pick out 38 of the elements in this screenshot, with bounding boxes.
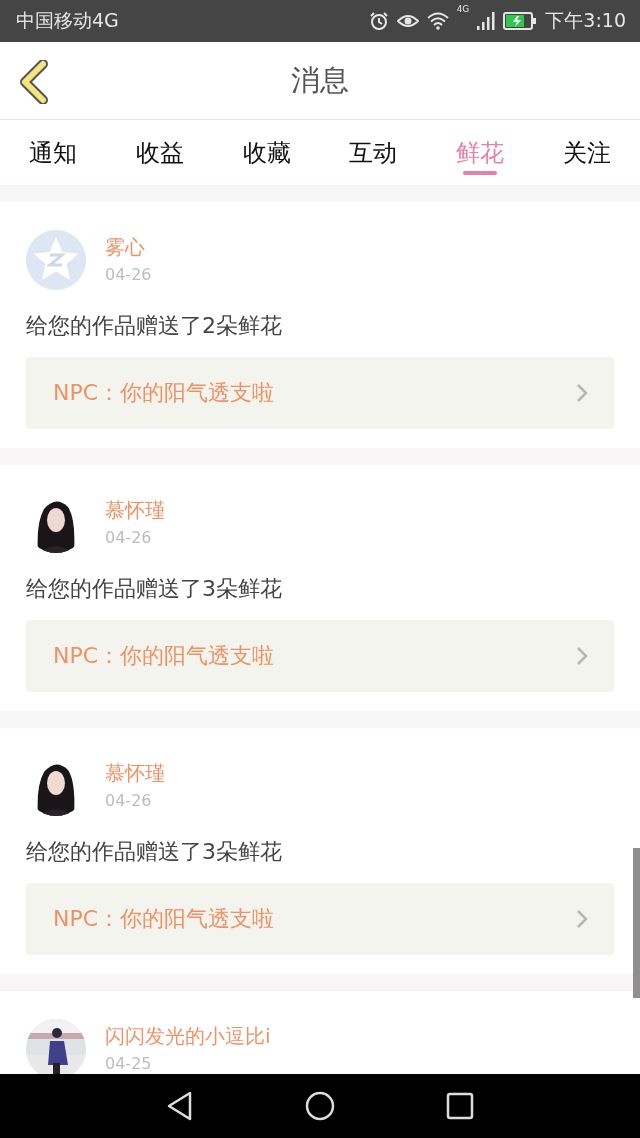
tab[interactable]: 鲜花 xyxy=(426,120,534,185)
alarm-icon xyxy=(368,11,389,31)
network-type-text: 4G xyxy=(456,4,470,14)
chevron-right-icon xyxy=(576,646,588,666)
recents-nav-button[interactable] xyxy=(446,1092,475,1120)
back-nav-button[interactable] xyxy=(165,1091,194,1121)
tab[interactable]: 收藏 xyxy=(213,120,320,185)
user-name[interactable]: 闪闪发光的小逗比i xyxy=(105,1024,271,1048)
reply-text: NPC：你的阳气透支啦 xyxy=(53,905,275,933)
page-title: 消息 xyxy=(291,61,349,99)
eye-icon xyxy=(396,13,419,29)
message-date: 04-26 xyxy=(105,791,153,811)
chevron-right-icon xyxy=(576,909,588,929)
wifi-icon xyxy=(426,12,449,30)
home-nav-button[interactable] xyxy=(305,1091,335,1121)
message-date: 04-26 xyxy=(105,265,152,285)
message-text: 给您的作品赠送了2朵鲜花 xyxy=(26,312,283,340)
user-name[interactable]: 雾心 xyxy=(105,235,152,259)
tab[interactable]: 关注 xyxy=(533,120,640,185)
tab[interactable]: 互动 xyxy=(320,120,427,185)
carrier-text: 中国移动4G xyxy=(16,8,119,33)
reply-row[interactable]: NPC：你的阳气透支啦 xyxy=(26,620,614,692)
tab[interactable]: 收益 xyxy=(106,120,214,185)
reply-text: NPC：你的阳气透支啦 xyxy=(53,642,275,670)
reply-row[interactable]: NPC：你的阳气透支啦 xyxy=(26,883,614,955)
reply-text: NPC：你的阳气透支啦 xyxy=(53,379,275,407)
signal-icon xyxy=(477,12,496,30)
clock-text: 下午3:10 xyxy=(545,8,626,33)
user-name[interactable]: 慕怀瑾 xyxy=(105,498,165,522)
tab[interactable]: 通知 xyxy=(0,120,107,185)
message-date: 04-25 xyxy=(105,1054,153,1074)
message-date: 04-26 xyxy=(105,528,153,548)
reply-row[interactable]: NPC：你的阳气透支啦 xyxy=(26,357,614,429)
message-text: 给您的作品赠送了3朵鲜花 xyxy=(26,575,283,603)
chevron-right-icon xyxy=(576,383,588,403)
message-text: 给您的作品赠送了3朵鲜花 xyxy=(26,838,283,866)
user-name[interactable]: 慕怀瑾 xyxy=(105,761,165,785)
battery-icon xyxy=(503,12,538,30)
